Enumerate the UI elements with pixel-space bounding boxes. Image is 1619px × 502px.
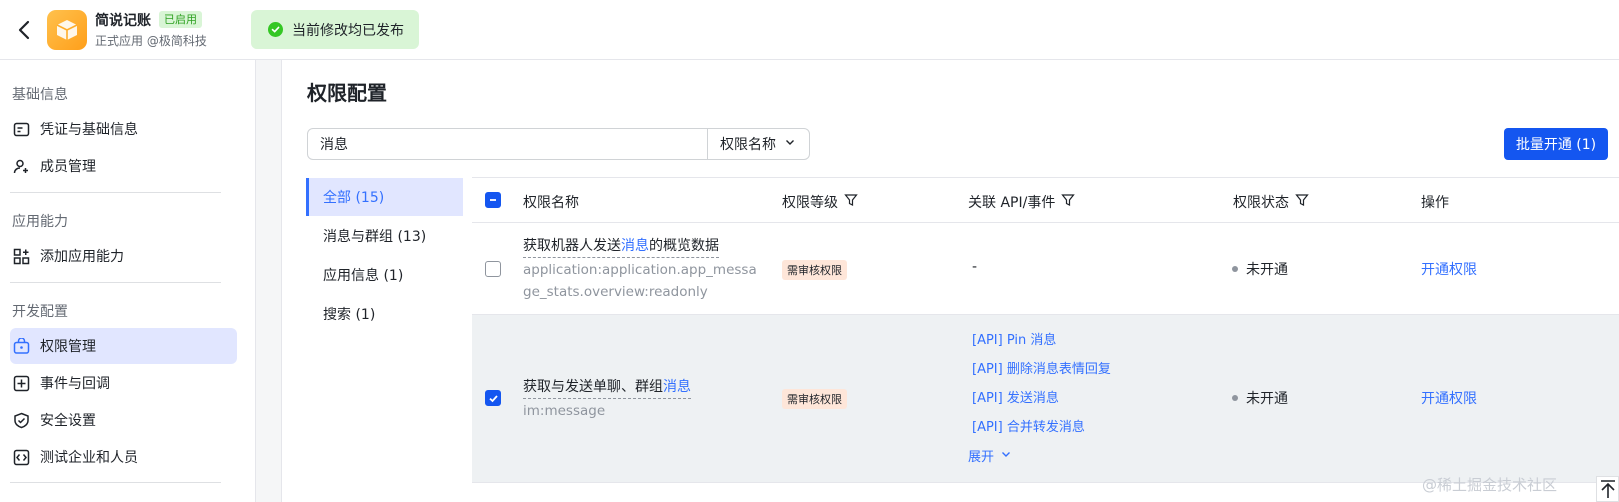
sidebar-divider (10, 482, 221, 483)
search-type-label: 权限名称 (720, 137, 776, 153)
status-text: 未开通 (1246, 262, 1288, 278)
sidebar-item-label: 权限管理 (40, 339, 96, 355)
test-icon (12, 448, 30, 466)
expand-button[interactable]: 展开 (968, 446, 1012, 465)
sidebar-item-credentials[interactable]: 凭证与基础信息 (10, 111, 237, 147)
filter-icon[interactable] (1061, 193, 1076, 211)
row-checkbox[interactable] (485, 390, 501, 406)
level-badge: 需审核权限 (782, 389, 847, 409)
expand-label: 展开 (968, 450, 995, 465)
sidebar-item-label: 事件与回调 (40, 376, 110, 392)
sidebar-divider (10, 282, 221, 283)
status-text: 未开通 (1246, 391, 1288, 407)
status: 未开通 (1232, 388, 1288, 408)
filter-icon[interactable] (844, 193, 858, 211)
status-dot-icon (1232, 395, 1238, 401)
level-badge: 需审核权限 (782, 260, 847, 280)
category-filter-list: 全部 (15) 消息与群组 (13) 应用信息 (1) 搜索 (1) (306, 178, 463, 334)
column-header-api: 关联 API/事件 (968, 192, 1076, 212)
permission-key: application:application.app_message_stat… (523, 262, 757, 300)
sidebar-resize-gutter[interactable] (256, 60, 282, 502)
event-icon (12, 374, 30, 392)
search-type-select[interactable]: 权限名称 (707, 128, 810, 160)
check-circle-icon (268, 22, 283, 37)
sidebar-item-label: 安全设置 (40, 413, 96, 429)
column-header-name: 权限名称 (523, 192, 579, 212)
sidebar-item-label: 凭证与基础信息 (40, 122, 138, 138)
shield-icon (12, 411, 30, 429)
api-empty: - (972, 259, 978, 275)
table-row: 获取与发送单聊、群组消息 im:message 需审核权限 [API] Pin … (472, 315, 1619, 483)
page-title: 权限配置 (307, 81, 387, 105)
status: 未开通 (1232, 259, 1288, 279)
sidebar-section-dev: 开发配置 (12, 304, 68, 320)
app-name: 简说记账 (95, 13, 151, 29)
publish-toast: 当前修改均已发布 (251, 10, 419, 49)
batch-enable-button[interactable]: 批量开通 (1) (1504, 128, 1608, 160)
toast-text: 当前修改均已发布 (292, 22, 404, 39)
sidebar-item-security[interactable]: 安全设置 (10, 402, 237, 438)
sidebar-item-permissions[interactable]: 权限管理 (10, 328, 237, 364)
top-bar: 简说记账 已启用 正式应用 @极简科技 当前修改均已发布 (0, 0, 1619, 60)
user-add-icon (12, 157, 30, 175)
chevron-down-icon (784, 136, 796, 152)
api-link[interactable]: [API] Pin 消息 (972, 329, 1056, 348)
select-all-checkbox[interactable] (485, 192, 501, 208)
sidebar-section-basic: 基础信息 (12, 87, 68, 103)
filter-all[interactable]: 全部 (15) (306, 178, 463, 216)
name-highlight: 消息 (663, 379, 691, 395)
filter-message-group[interactable]: 消息与群组 (13) (306, 217, 463, 255)
name-text: 获取机器人发送 (523, 238, 621, 254)
sidebar-item-testing[interactable]: 测试企业和人员 (10, 439, 237, 475)
sidebar-item-add-capability[interactable]: 添加应用能力 (10, 238, 237, 274)
sidebar-item-label: 添加应用能力 (40, 249, 124, 265)
back-arrow-icon[interactable] (12, 17, 38, 43)
id-card-icon (12, 120, 30, 138)
column-label: 权限名称 (523, 195, 579, 211)
name-highlight: 消息 (621, 238, 649, 254)
app-subtitle: 正式应用 @极简科技 (95, 34, 207, 48)
sidebar-item-events[interactable]: 事件与回调 (10, 365, 237, 401)
column-label: 权限等级 (782, 195, 838, 211)
api-link[interactable]: [API] 发送消息 (972, 387, 1059, 406)
sidebar-divider (10, 192, 221, 193)
sidebar-item-label: 测试企业和人员 (40, 450, 138, 466)
sidebar-item-members[interactable]: 成员管理 (10, 148, 237, 184)
permission-name: 获取机器人发送消息的概览数据 (523, 235, 719, 258)
status-dot-icon (1232, 266, 1238, 272)
sidebar-item-label: 成员管理 (40, 159, 96, 175)
table-row: 获取机器人发送消息的概览数据 application:application.a… (472, 223, 1619, 315)
column-header-level: 权限等级 (782, 192, 858, 212)
grid-add-icon (12, 247, 30, 265)
filter-icon[interactable] (1295, 193, 1309, 211)
column-label: 权限状态 (1233, 195, 1289, 211)
main-content: 权限配置 权限名称 批量开通 (1) 全部 (15) 消息与群组 (13) 应用… (282, 60, 1619, 502)
sidebar-section-capability: 应用能力 (12, 214, 68, 230)
api-link[interactable]: [API] 合并转发消息 (972, 416, 1085, 435)
column-header-status: 权限状态 (1233, 192, 1309, 212)
watermark: @稀土掘金技术社区 (1422, 476, 1558, 494)
filter-search[interactable]: 搜索 (1) (306, 295, 463, 333)
row-checkbox[interactable] (485, 261, 501, 277)
permission-key: im:message (523, 403, 606, 419)
name-text: 获取与发送单聊、群组 (523, 379, 663, 395)
enable-permission-link[interactable]: 开通权限 (1421, 259, 1477, 279)
back-to-top-icon[interactable] (1596, 476, 1619, 502)
api-link[interactable]: [API] 删除消息表情回复 (972, 358, 1111, 377)
name-text: 的概览数据 (649, 238, 719, 254)
column-label: 关联 API/事件 (968, 195, 1056, 211)
app-status-badge: 已启用 (159, 11, 202, 28)
enable-permission-link[interactable]: 开通权限 (1421, 388, 1477, 408)
sidebar: 基础信息 凭证与基础信息 成员管理 应用能力 添加应用能力 开发配置 权限管理 … (0, 60, 256, 502)
filter-app-info[interactable]: 应用信息 (1) (306, 256, 463, 294)
search-input[interactable] (307, 128, 708, 160)
column-label: 操作 (1421, 195, 1449, 211)
permission-icon (12, 337, 30, 355)
chevron-down-icon (1000, 448, 1012, 464)
permission-table: 权限名称 权限等级 关联 API/事件 权限状态 操作 获取机器人发送消息的概览… (472, 177, 1619, 483)
permission-name: 获取与发送单聊、群组消息 (523, 376, 691, 399)
table-header: 权限名称 权限等级 关联 API/事件 权限状态 操作 (472, 177, 1619, 223)
column-header-op: 操作 (1421, 192, 1449, 212)
app-logo-icon (47, 10, 87, 50)
